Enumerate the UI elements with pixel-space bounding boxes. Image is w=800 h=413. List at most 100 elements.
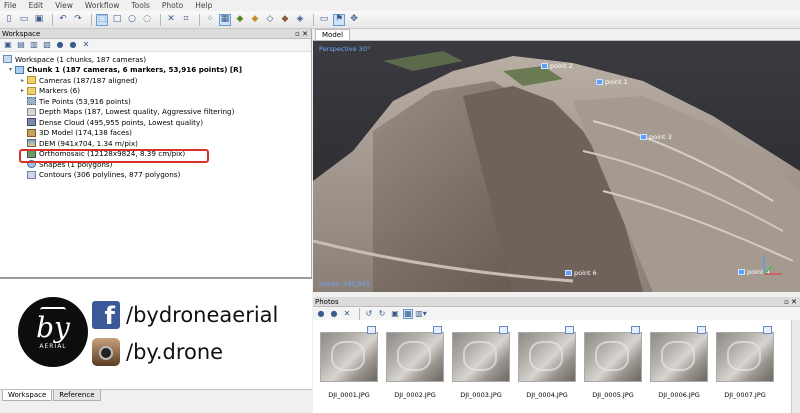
tree-chunk[interactable]: ▾ Chunk 1 (187 cameras, 6 markers, 53,91… <box>2 65 311 76</box>
camera-aligned-icon <box>367 326 376 334</box>
marker-label: point 2 <box>550 62 573 70</box>
reset-view-icon[interactable]: ✥ <box>348 14 360 26</box>
by-drone-logo: by AERIAL <box>18 297 88 367</box>
tree-item-3d-model[interactable]: 3D Model (174,138 faces) <box>2 128 311 139</box>
panel-float-close-icon[interactable]: ▫ ✕ <box>295 30 308 38</box>
main-toolbar: ▯ ▭ ▣ ↶ ↷ ⬚ □ ○ ◌ ✕ ⌗ ⁘ ▦ ◆ ◆ ◇ ◆ ◈ ▭ ⚑ … <box>0 11 800 29</box>
menu-photo[interactable]: Photo <box>162 1 183 10</box>
disable-icon[interactable]: ● <box>68 40 78 50</box>
collapse-icon[interactable]: ▾ <box>7 66 14 73</box>
tab-model[interactable]: Model <box>315 29 351 40</box>
marker-point-1[interactable]: point 1 <box>596 78 628 86</box>
expand-icon[interactable]: ▸ <box>19 87 26 94</box>
tree-item-cameras[interactable]: ▸ Cameras (187/187 aligned) <box>2 75 311 86</box>
open-icon[interactable]: ▭ <box>18 14 30 26</box>
photo-thumbnail[interactable]: DJI_0001.JPG <box>320 326 378 399</box>
marker-flag-icon <box>738 269 745 275</box>
photo-image <box>584 326 642 382</box>
toolbar-separator <box>199 13 200 26</box>
view-mode-dropdown-icon[interactable]: ▥▾ <box>415 309 427 319</box>
rectangle-select-icon[interactable]: □ <box>111 14 123 26</box>
add-markers-icon[interactable]: ▧ <box>42 40 52 50</box>
dense-cloud-view-icon[interactable]: ▦ <box>219 13 231 26</box>
marker-flag-icon <box>596 79 603 85</box>
photo-image <box>650 326 708 382</box>
disable-camera-icon[interactable]: ● <box>329 309 339 319</box>
undo-icon[interactable]: ↶ <box>57 14 69 26</box>
tree-item-contours[interactable]: Contours (306 polylines, 877 polygons) <box>2 170 311 181</box>
photo-thumbnail[interactable]: DJI_0004.JPG <box>518 326 576 399</box>
photo-filename: DJI_0006.JPG <box>658 391 700 399</box>
tiled-model-icon[interactable]: ◈ <box>294 14 306 26</box>
tree-root[interactable]: Workspace (1 chunks, 187 cameras) <box>2 54 311 65</box>
tab-reference[interactable]: Reference <box>53 390 101 401</box>
photo-thumbnail[interactable]: DJI_0003.JPG <box>452 326 510 399</box>
model-viewport[interactable]: Perspective 30° points: 495,955 point 1 … <box>313 41 800 292</box>
circle-select-icon[interactable]: ○ <box>126 14 138 26</box>
enable-icon[interactable]: ● <box>55 40 65 50</box>
workspace-toolbar: ▣ ▤ ▥ ▧ ● ● ✕ <box>0 39 311 52</box>
photo-image <box>716 326 774 382</box>
photo-thumbnail[interactable]: DJI_0005.JPG <box>584 326 642 399</box>
logo-subtext: AERIAL <box>39 342 67 350</box>
enable-camera-icon[interactable]: ● <box>316 309 326 319</box>
delete-selection-icon[interactable]: ✕ <box>165 14 177 26</box>
marker-point-3[interactable]: point 3 <box>640 133 672 141</box>
workspace-panel: Workspace ▫ ✕ ▣ ▤ ▥ ▧ ● ● ✕ Workspace (1… <box>0 29 312 277</box>
panel-float-close-icon[interactable]: ▫ ✕ <box>784 298 797 306</box>
textured-model-icon[interactable]: ◆ <box>279 14 291 26</box>
show-cameras-icon[interactable]: ▭ <box>318 14 330 26</box>
tree-item-label: Contours (306 polylines, 877 polygons) <box>39 170 181 180</box>
tree-chunk-label: Chunk 1 (187 cameras, 6 markers, 53,916 … <box>27 65 242 75</box>
tree-item-depth-maps[interactable]: Depth Maps (187, Lowest quality, Aggress… <box>2 107 311 118</box>
photo-thumbnail[interactable]: DJI_0007.JPG <box>716 326 774 399</box>
photo-thumbnail[interactable]: DJI_0006.JPG <box>650 326 708 399</box>
tab-workspace[interactable]: Workspace <box>2 390 53 401</box>
reset-filter-icon[interactable]: ▣ <box>390 309 400 319</box>
menu-help[interactable]: Help <box>195 1 212 10</box>
marker-point-6[interactable]: point 6 <box>565 269 597 277</box>
save-icon[interactable]: ▣ <box>33 14 45 26</box>
solid-model-icon[interactable]: ◆ <box>249 14 261 26</box>
free-select-icon[interactable]: ◌ <box>141 14 153 26</box>
redo-icon[interactable]: ↷ <box>72 14 84 26</box>
rotate-left-icon[interactable]: ↺ <box>364 309 374 319</box>
photo-image <box>320 326 378 382</box>
rotate-right-icon[interactable]: ↻ <box>377 309 387 319</box>
menu-tools[interactable]: Tools <box>131 1 149 10</box>
instagram-row: /by.drone <box>92 337 223 367</box>
photo-thumbnail[interactable]: DJI_0002.JPG <box>386 326 444 399</box>
marker-point-2[interactable]: point 2 <box>541 62 573 70</box>
tree-item-dense-cloud[interactable]: Dense Cloud (495,955 points, Lowest qual… <box>2 117 311 128</box>
photos-scrollbar[interactable] <box>791 320 800 413</box>
point-cloud-icon[interactable]: ⁘ <box>204 14 216 26</box>
menu-view[interactable]: View <box>55 1 73 10</box>
menu-edit[interactable]: Edit <box>29 1 44 10</box>
thumbnails-view-icon[interactable]: ▦ <box>403 308 413 319</box>
show-markers-icon[interactable]: ⚑ <box>333 13 345 26</box>
remove-camera-icon[interactable]: ✕ <box>342 309 352 319</box>
crop-icon[interactable]: ⌗ <box>180 14 192 26</box>
tree-item-dem[interactable]: DEM (941x704, 1.34 m/pix) <box>2 138 311 149</box>
toolbar-separator <box>359 307 360 320</box>
add-photos-icon[interactable]: ▤ <box>16 40 26 50</box>
marker-flag-icon <box>541 63 548 69</box>
marker-label: point 3 <box>649 133 672 141</box>
tree-item-tie-points[interactable]: Tie Points (53,916 points) <box>2 96 311 107</box>
shaded-model-icon[interactable]: ◆ <box>234 14 246 26</box>
menu-file[interactable]: File <box>4 1 17 10</box>
expand-icon[interactable]: ▸ <box>19 77 26 84</box>
remove-icon[interactable]: ✕ <box>81 40 91 50</box>
tree-item-label: Cameras (187/187 aligned) <box>39 75 138 85</box>
navigation-icon[interactable]: ⬚ <box>96 13 108 26</box>
photos-toolbar: ● ● ✕ ↺ ↻ ▣ ▦ ▥▾ <box>313 307 800 320</box>
camera-aligned-icon <box>565 326 574 334</box>
new-icon[interactable]: ▯ <box>3 14 15 26</box>
marker-label: point 1 <box>605 78 628 86</box>
tree-item-markers[interactable]: ▸ Markers (6) <box>2 86 311 97</box>
photo-image <box>518 326 576 382</box>
add-folder-icon[interactable]: ▥ <box>29 40 39 50</box>
menu-workflow[interactable]: Workflow <box>85 1 119 10</box>
add-chunk-icon[interactable]: ▣ <box>3 40 13 50</box>
wireframe-model-icon[interactable]: ◇ <box>264 14 276 26</box>
